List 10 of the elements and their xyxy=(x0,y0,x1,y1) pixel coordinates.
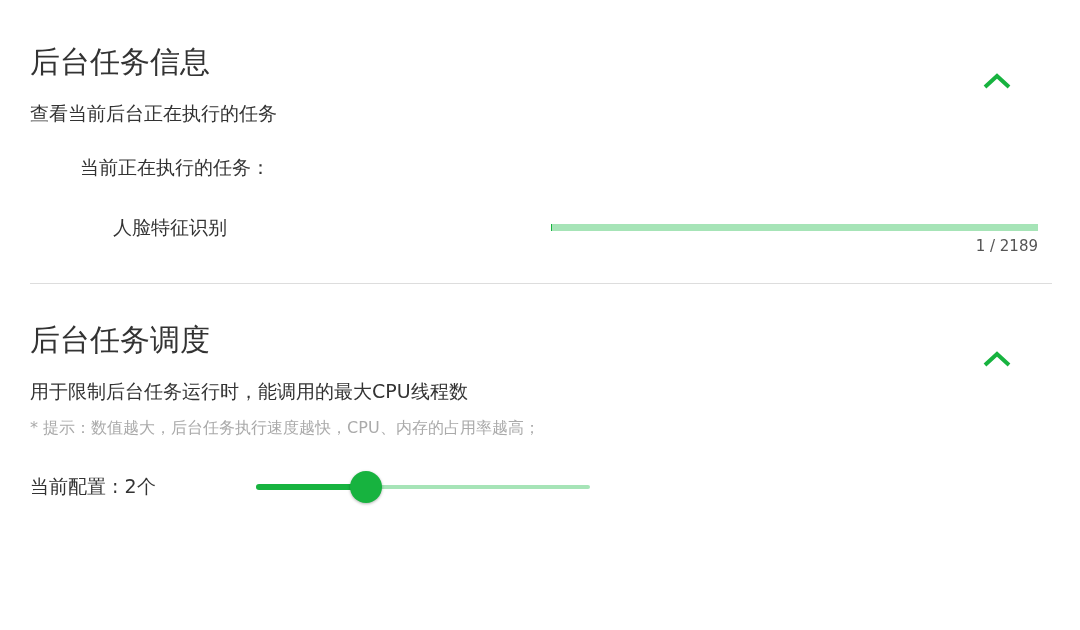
setting-label: 当前配置 : 2个 xyxy=(30,474,157,499)
section-description: 用于限制后台任务运行时，能调用的最大CPU线程数 xyxy=(30,379,468,404)
section-title: 后台任务调度 xyxy=(30,321,211,359)
task-name: 人脸特征识别 xyxy=(113,215,227,240)
tasks-heading: 当前正在执行的任务： xyxy=(80,155,271,180)
slider-handle[interactable] xyxy=(350,471,383,503)
hint-text: * 提示：数值越大，后台任务执行速度越快，CPU、内存的占用率越高； xyxy=(30,417,541,439)
section-description: 查看当前后台正在执行的任务 xyxy=(30,101,277,126)
section-title: 后台任务信息 xyxy=(30,43,211,81)
progress-count: 1 / 2189 xyxy=(975,237,1038,255)
